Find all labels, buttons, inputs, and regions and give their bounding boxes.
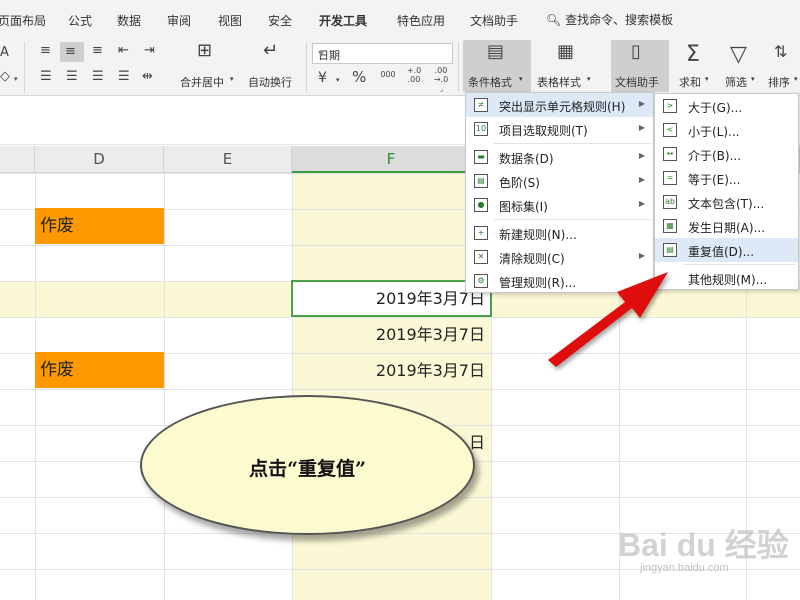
callout-text: 点击“重复值” bbox=[249, 458, 366, 480]
red-arrow-shape bbox=[548, 272, 668, 367]
callout-bubble: 点击“重复值” bbox=[140, 395, 475, 535]
baidu-watermark-url: jingyan.baidu.com bbox=[640, 562, 729, 574]
baidu-watermark-logo: Bai du 经验 bbox=[618, 527, 789, 563]
